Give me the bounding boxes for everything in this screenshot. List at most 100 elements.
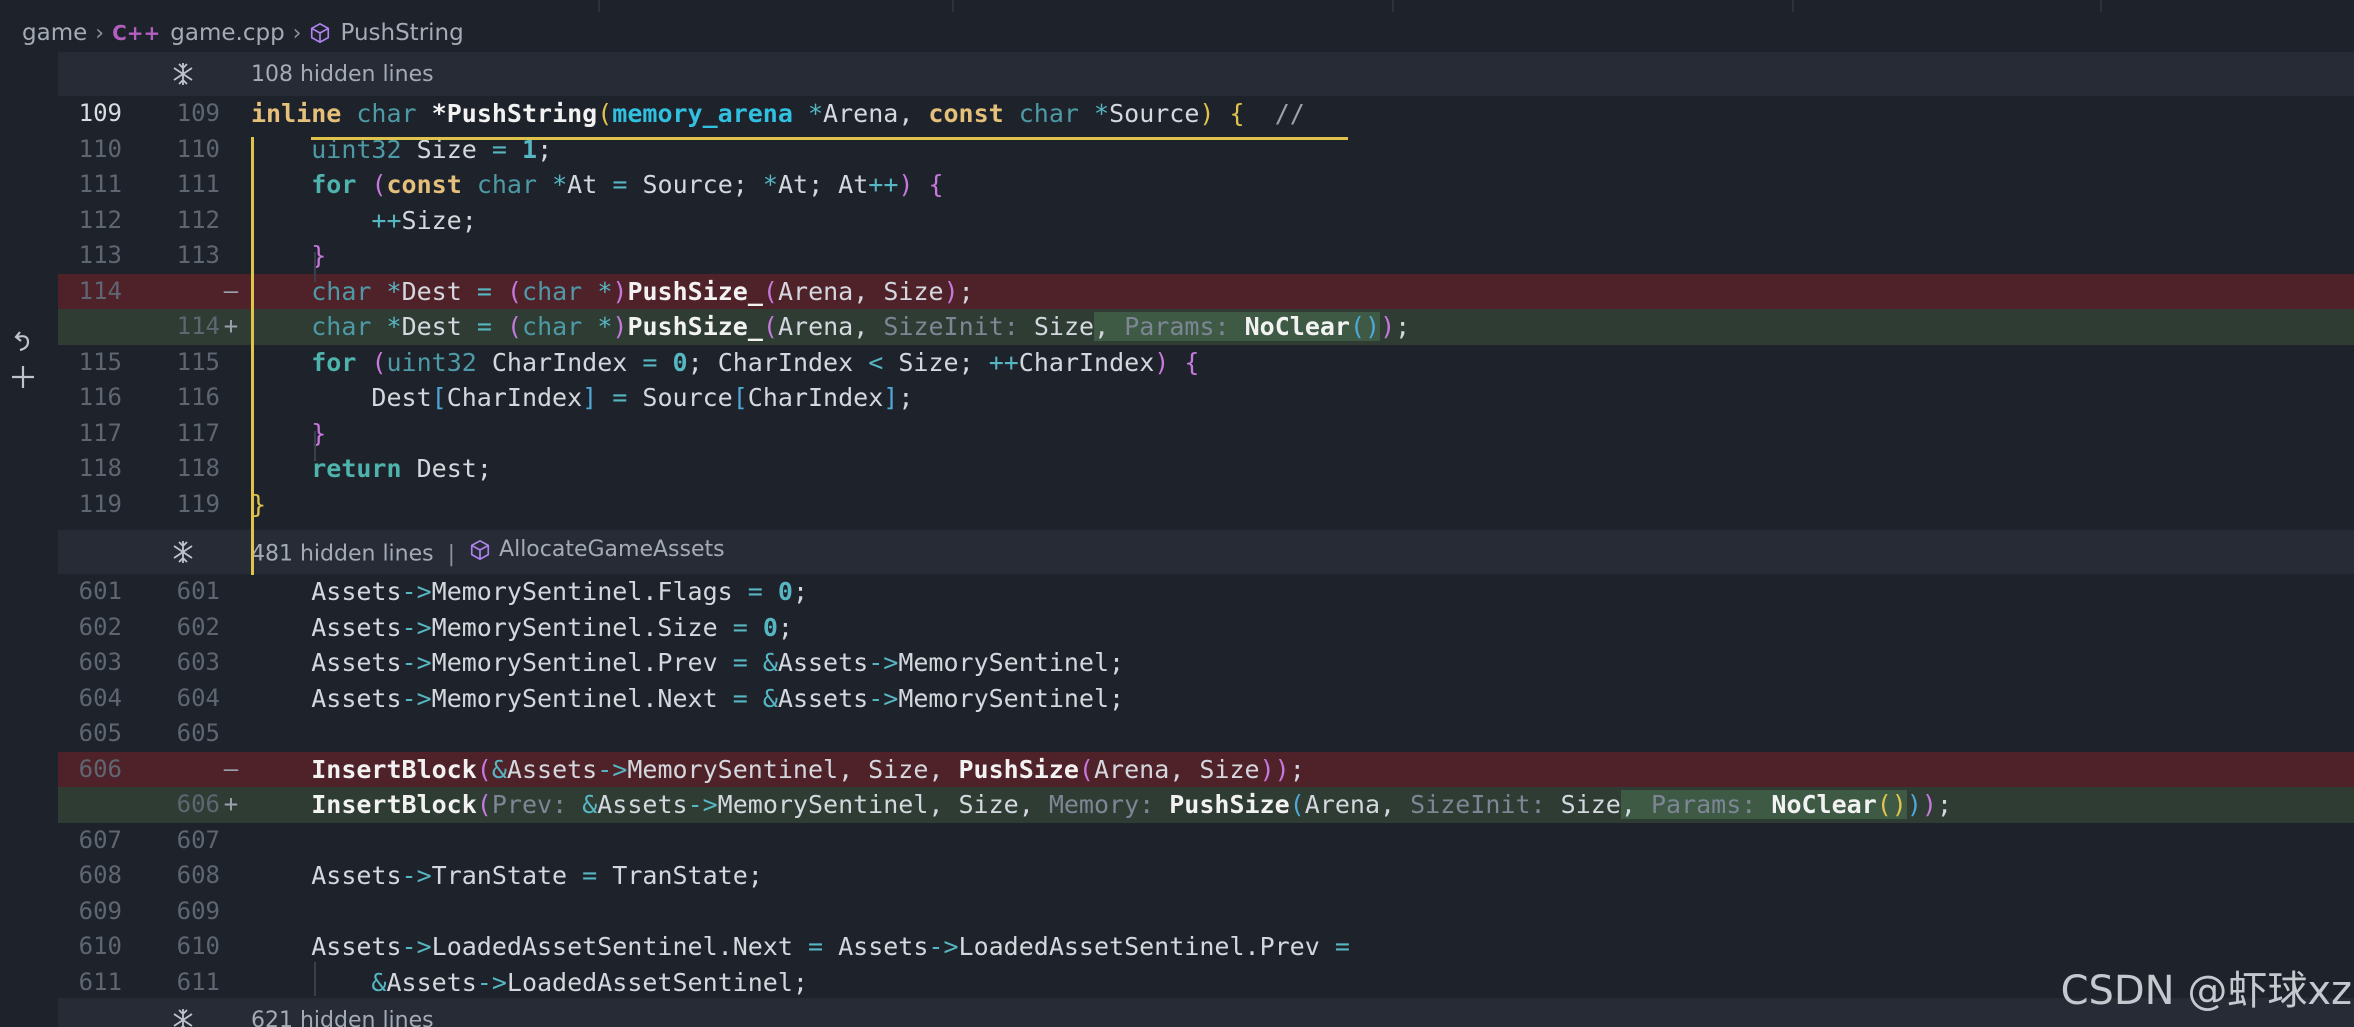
diff-marker xyxy=(220,716,242,752)
cpp-file-icon: C++ xyxy=(112,21,161,45)
symbol-method-icon xyxy=(311,22,330,44)
tab-strip xyxy=(0,0,2354,14)
unfold-icon[interactable] xyxy=(170,1007,196,1027)
diff-marker xyxy=(220,823,242,859)
code-text[interactable]: &Assets->LoadedAssetSentinel; xyxy=(251,965,808,1001)
code-text[interactable]: ++Size; xyxy=(251,203,476,239)
code-text[interactable]: inline char *PushString(memory_arena *Ar… xyxy=(251,96,1305,132)
modified-line-number: 609 xyxy=(176,896,220,925)
code-line[interactable]: 607 607 xyxy=(58,823,2354,859)
add-icon[interactable] xyxy=(8,362,38,392)
tab-segment[interactable] xyxy=(1394,0,1794,12)
symbol-name: AllocateGameAssets xyxy=(499,537,725,563)
code-line[interactable]: 109 109 inline char *PushString(memory_are… xyxy=(58,96,2354,132)
symbol-method-icon xyxy=(470,539,490,560)
original-line-number: 116 xyxy=(78,383,122,411)
original-line-number: 112 xyxy=(78,205,122,234)
diff-marker xyxy=(220,238,242,274)
code-line[interactable]: 113 113 } xyxy=(58,238,2354,274)
removed-marker: — xyxy=(223,754,239,783)
code-line[interactable]: 609 609 xyxy=(58,894,2354,930)
original-line-number: 117 xyxy=(78,418,122,447)
code-line[interactable]: 116 116 Dest[CharIndex] = Source[CharInde… xyxy=(58,380,2354,416)
code-line[interactable]: 119 119} xyxy=(58,487,2354,523)
original-line-number: 611 xyxy=(78,967,122,996)
code-text[interactable]: char *Dest = (char *)PushSize_(Arena, Si… xyxy=(251,274,973,310)
diff-marker xyxy=(220,965,242,1001)
code-text[interactable]: Dest[CharIndex] = Source[CharIndex]; xyxy=(251,380,913,416)
original-line-number xyxy=(58,309,122,345)
code-text[interactable]: for (const char *At = Source; *At; At++)… xyxy=(251,167,943,203)
indent-guide xyxy=(314,962,316,996)
code-line[interactable]: 605 605 xyxy=(58,716,2354,752)
tab-segment[interactable] xyxy=(600,0,954,12)
code-text[interactable]: Assets->MemorySentinel.Next = &Assets->M… xyxy=(251,681,1124,717)
revert-change-icon[interactable] xyxy=(8,328,38,358)
deleted-line[interactable]: 114 — char *Dest = (char *)PushSize_(Aren… xyxy=(58,273,2354,310)
original-line-number: 603 xyxy=(78,648,122,676)
modified-line-number: 604 xyxy=(176,683,220,712)
code-line[interactable]: 118 118 return Dest; xyxy=(58,451,2354,487)
original-line-number: 601 xyxy=(78,577,122,605)
hidden-lines-label: 481 hidden lines | AllocateGameAssets xyxy=(251,537,725,567)
code-text[interactable]: Assets->MemorySentinel.Prev = &Assets->M… xyxy=(251,645,1124,681)
breadcrumb-symbol[interactable]: PushString xyxy=(340,20,463,46)
modified-line-number: 119 xyxy=(176,489,220,518)
breadcrumb-folder[interactable]: game xyxy=(22,20,87,46)
code-text[interactable]: return Dest; xyxy=(251,451,492,487)
diff-marker xyxy=(220,203,242,239)
folded-region[interactable]: 621 hidden lines xyxy=(58,998,2354,1027)
diff-marker xyxy=(220,416,242,452)
code-text[interactable]: char *Dest = (char *)PushSize_(Arena, Si… xyxy=(251,309,1410,345)
breadcrumb-file[interactable]: game.cpp xyxy=(170,20,284,46)
symbol-link[interactable]: AllocateGameAssets xyxy=(469,537,725,562)
code-line[interactable]: 601 601 Assets->MemorySentinel.Flags = 0; xyxy=(58,574,2354,610)
left-gutter xyxy=(0,52,58,1027)
original-line-number xyxy=(58,787,122,823)
modified-line-number: 111 xyxy=(176,170,220,198)
unfold-icon[interactable] xyxy=(170,539,196,565)
tab-segment[interactable] xyxy=(0,0,600,12)
added-marker: + xyxy=(223,790,239,818)
diff-marker xyxy=(220,858,242,894)
code-line[interactable]: 608 608 Assets->TranState = TranState; xyxy=(58,858,2354,894)
deleted-line[interactable]: 606 — InsertBlock(&Assets->MemorySentinel… xyxy=(58,751,2354,788)
modified-line-number: 113 xyxy=(176,241,220,269)
code-line[interactable]: 115 115 for (uint32 CharIndex = 0; CharIn… xyxy=(58,345,2354,381)
code-text[interactable]: Assets->MemorySentinel.Flags = 0; xyxy=(251,574,808,610)
inserted-line[interactable]: 606 + InsertBlock(Prev: &Assets->MemorySe… xyxy=(58,787,2354,823)
code-text[interactable]: Assets->MemorySentinel.Size = 0; xyxy=(251,610,793,646)
code-line[interactable]: 604 604 Assets->MemorySentinel.Next = &As… xyxy=(58,681,2354,717)
code-line[interactable]: 610 610 Assets->LoadedAssetSentinel.Next … xyxy=(58,929,2354,965)
code-text[interactable]: Assets->TranState = TranState; xyxy=(251,858,763,894)
folded-region[interactable]: 481 hidden lines | AllocateGameAssets xyxy=(58,530,2354,574)
code-text[interactable]: InsertBlock(&Assets->MemorySentinel, Siz… xyxy=(251,752,1305,788)
code-line[interactable]: 611 611 &Assets->LoadedAssetSentinel; xyxy=(58,965,2354,1001)
hidden-lines-label: 621 hidden lines xyxy=(251,1007,434,1027)
tab-segment[interactable] xyxy=(954,0,1394,12)
code-line[interactable]: 111 111 for (const char *At = Source; *At… xyxy=(58,167,2354,203)
scope-highlight xyxy=(251,137,254,575)
code-text[interactable]: Assets->LoadedAssetSentinel.Next = Asset… xyxy=(251,929,1350,965)
modified-line-number: 117 xyxy=(176,418,220,447)
unfold-icon[interactable] xyxy=(170,61,196,87)
modified-line-number: 603 xyxy=(176,648,220,676)
inserted-line[interactable]: 114 + char *Dest = (char *)PushSize_(Aren… xyxy=(58,309,2354,345)
tab-segment[interactable] xyxy=(1794,0,2102,12)
modified-line-number: 112 xyxy=(176,205,220,234)
modified-line-number: 610 xyxy=(176,932,220,960)
original-line-number: 606 xyxy=(78,754,122,783)
indent-guide xyxy=(314,252,316,282)
code-text[interactable]: InsertBlock(Prev: &Assets->MemorySentine… xyxy=(251,787,1952,823)
modified-line-number: 602 xyxy=(176,612,220,641)
original-line-number: 610 xyxy=(78,932,122,960)
code-line[interactable]: 603 603 Assets->MemorySentinel.Prev = &As… xyxy=(58,645,2354,681)
diff-editor[interactable]: 108 hidden lines 109 109 inline char *Push… xyxy=(58,52,2354,1027)
code-line[interactable]: 112 112 ++Size; xyxy=(58,203,2354,239)
modified-line-number: 115 xyxy=(176,347,220,376)
code-text[interactable]: for (uint32 CharIndex = 0; CharIndex < S… xyxy=(251,345,1199,381)
folded-region[interactable]: 108 hidden lines xyxy=(58,52,2354,96)
code-line[interactable]: 117 117 } xyxy=(58,416,2354,452)
code-line[interactable]: 602 602 Assets->MemorySentinel.Size = 0; xyxy=(58,610,2354,646)
modified-line-number xyxy=(158,752,220,788)
